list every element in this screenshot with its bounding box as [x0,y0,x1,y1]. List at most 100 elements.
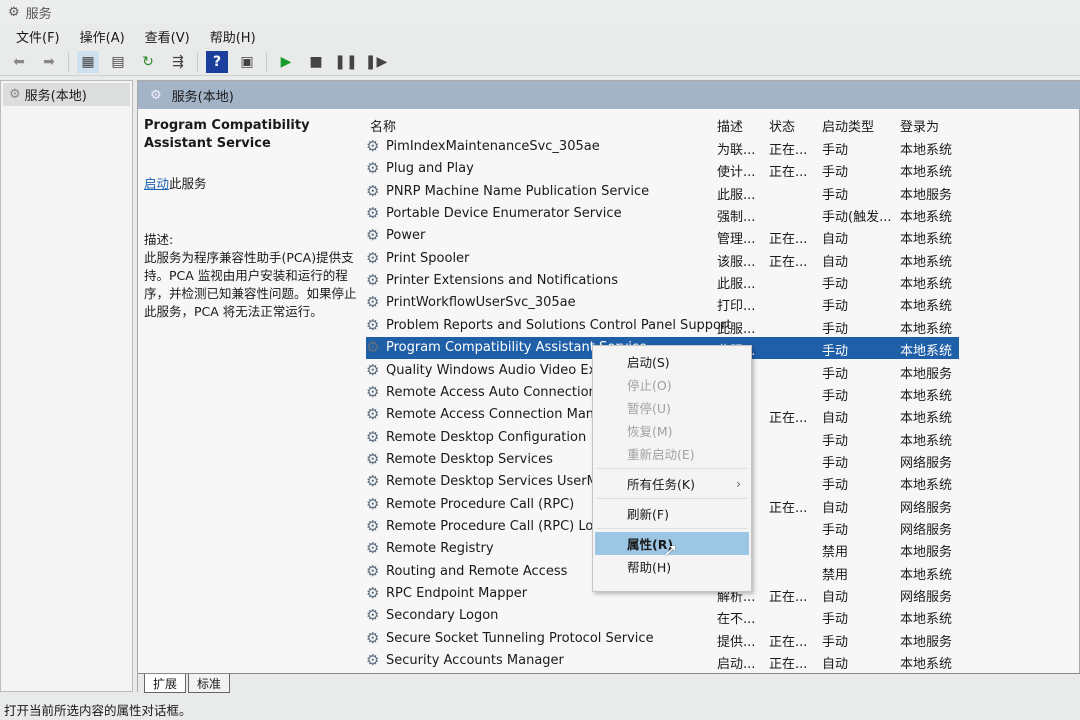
table-row[interactable]: ⚙ Plug and Play 使计... 正在... 手动 本地系统 [366,158,959,180]
service-logon: 本地系统 [900,210,953,226]
menu-view[interactable]: 查看(V) [145,27,190,46]
service-gear-icon: ⚙ [366,137,380,155]
service-name: Remote Desktop Services UserMod [386,474,615,490]
context-menu-item[interactable]: 停止(O) [593,373,751,396]
service-desc: 打印... [717,299,756,315]
service-startup: 手动 [822,321,849,337]
table-row[interactable]: ⚙ Secure Socket Tunneling Protocol Servic… [366,628,959,650]
service-startup: 自动 [822,657,849,673]
tree-node-services-local[interactable]: ⚙ 服务(本地) [3,83,130,106]
menu-separator [597,468,747,469]
service-logon: 本地系统 [900,299,953,315]
pane-title: 服务(本地) [171,89,234,105]
service-status: 正在... [769,254,808,270]
context-menu-item[interactable]: 重新启动(E) [593,442,751,465]
service-logon: 本地服务 [900,634,953,650]
back-icon[interactable]: ⬅ [8,51,30,73]
service-status: 正在... [769,500,808,516]
context-menu-item[interactable]: 暂停(U) [593,396,751,419]
console-icon[interactable]: ▣ [236,51,258,73]
service-logon: 本地服务 [900,545,953,561]
table-row[interactable]: ⚙ Power 管理... 正在... 自动 本地系统 [366,225,959,247]
pause-icon[interactable]: ❚❚ [334,51,357,73]
menu-help[interactable]: 帮助(H) [210,27,256,46]
service-logon: 本地系统 [900,567,953,583]
service-gear-icon: ⚙ [366,628,380,647]
table-row[interactable]: ⚙ PrintWorkflowUserSvc_305ae 打印... 手动 本地系统 [366,292,959,314]
service-startup: 手动 [822,478,849,494]
table-row[interactable]: ⚙ PNRP Machine Name Publication Service 此服… [366,181,959,203]
service-startup: 手动 [822,187,849,203]
service-logon: 网络服务 [900,522,953,538]
service-startup: 自动 [822,590,849,605]
service-logon: 网络服务 [900,455,953,471]
export-icon[interactable]: ⇶ [167,51,189,73]
service-name: PimIndexMaintenanceSvc_305ae [386,139,600,154]
service-gear-icon: ⚙ [366,516,380,535]
service-gear-icon: ⚙ [366,338,380,357]
service-status: 正在... [769,411,808,427]
menu-file[interactable]: 文件(F) [16,27,60,46]
table-row[interactable]: ⚙ Printer Extensions and Notifications 此服.… [366,270,959,292]
col-header-logon[interactable]: 登录为 [900,116,939,135]
table-row[interactable]: ⚙ Print Spooler 该服... 正在... 自动 本地系统 [366,248,959,270]
service-gear-icon: ⚙ [366,427,380,446]
service-desc: 启动... [717,657,756,673]
col-header-status[interactable]: 状态 [769,116,795,135]
description-label: 描述: [144,232,174,247]
service-gear-icon: ⚙ [366,159,380,178]
context-menu-item[interactable]: 刷新(F) [593,502,751,525]
col-header-name[interactable]: 名称 [370,116,396,135]
toolbar: ⬅ ➡ ▦ ▤ ↻ ⇶ ? ▣ ▶ ■ ❚❚ ❚▶ [0,48,1080,76]
show-tree-icon[interactable]: ▦ [77,50,99,73]
tab-standard[interactable]: 标准 [188,674,231,693]
context-menu-item[interactable]: 恢复(M) [593,419,751,442]
tab-extended[interactable]: 扩展 [144,674,187,693]
col-header-startup[interactable]: 启动类型 [822,116,874,135]
service-logon: 本地系统 [900,433,953,449]
menu-item-label: 所有任务(K) [627,477,695,492]
service-name: Portable Device Enumerator Service [386,206,622,222]
service-status: 正在... [769,657,808,673]
gear-icon: ⚙ [9,87,21,102]
table-row[interactable]: ⚙ Portable Device Enumerator Service 强制...… [366,203,959,225]
service-desc: 使计... [717,165,756,181]
service-desc: 提供... [717,634,756,650]
help-icon[interactable]: ? [206,50,228,73]
service-name: Secondary Logon [386,608,499,624]
service-name: RPC Endpoint Mapper [386,586,528,601]
table-row[interactable]: ⚙ PimIndexMaintenanceSvc_305ae 为联... 正在... 手… [366,136,959,158]
window-title: 服务 [25,6,52,22]
forward-icon[interactable]: ➡ [38,51,60,73]
service-desc: 管理... [717,232,756,248]
service-startup: 手动 [822,388,849,404]
context-menu-item[interactable]: 启动(S) [593,350,751,373]
table-row[interactable]: ⚙ Secondary Logon 在不... 手动 本地系统 [366,605,959,627]
refresh-icon[interactable]: ↻ [137,51,159,73]
service-gear-icon: ⚙ [366,181,380,200]
service-name: Remote Desktop Configuration [386,429,587,445]
stop-icon[interactable]: ■ [305,51,327,73]
properties-icon[interactable]: ▤ [107,51,129,73]
menu-action[interactable]: 操作(A) [80,27,125,46]
table-row[interactable]: ⚙ Problem Reports and Solutions Control P… [366,315,959,337]
menu-item-label: 恢复(M) [627,424,673,439]
resume-icon[interactable]: ❚▶ [365,51,388,73]
col-header-desc[interactable]: 描述 [717,116,743,135]
service-desc: 此服... [717,321,756,337]
start-service-link[interactable]: 启动 [144,176,169,191]
service-desc: 该服... [717,254,756,270]
table-row[interactable]: ⚙ Security Accounts Manager 启动... 正在... 自动 本地… [366,650,959,672]
service-startup: 手动 [822,277,849,293]
menu-item-label: 刷新(F) [627,507,669,522]
context-menu-item[interactable]: 所有任务(K) › [593,472,751,495]
service-name: Remote Registry [386,541,494,557]
service-gear-icon: ⚙ [366,405,380,424]
play-icon[interactable]: ▶ [275,51,297,73]
service-logon: 网络服务 [900,590,953,605]
service-gear-icon: ⚙ [366,472,380,491]
service-startup: 手动 [822,366,849,382]
service-desc: 此服... [717,277,756,293]
service-logon: 本地服务 [900,187,953,203]
service-gear-icon: ⚙ [366,651,380,670]
